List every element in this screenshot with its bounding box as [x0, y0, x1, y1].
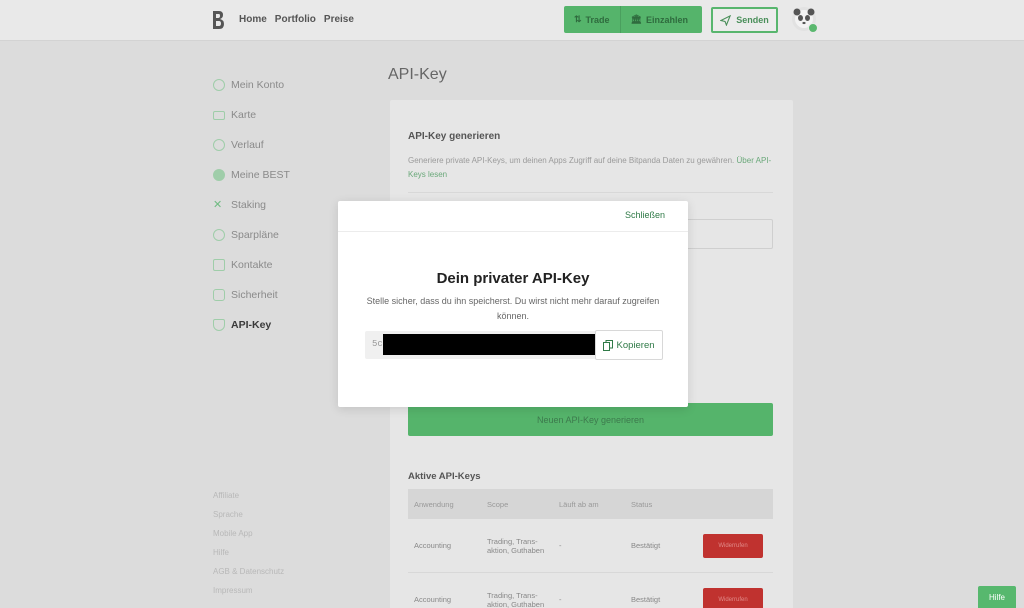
nav-portfolio[interactable]: Portfolio	[275, 14, 316, 25]
lock-icon	[213, 289, 225, 301]
paper-plane-icon	[720, 14, 732, 26]
page-title: API-Key	[388, 66, 447, 83]
nav-preise[interactable]: Preise	[324, 14, 354, 25]
nav-home[interactable]: Home	[239, 14, 267, 25]
divider	[408, 192, 773, 193]
api-key-prefix: 5c	[372, 339, 383, 349]
trade-button[interactable]: ⇅ Trade	[564, 6, 620, 33]
footer-link-impressum[interactable]: Impressum	[213, 581, 284, 600]
contacts-icon	[213, 259, 225, 271]
generate-api-key-button[interactable]: Neuen API-Key generieren	[408, 403, 773, 436]
bank-icon: 🏛	[630, 14, 642, 24]
sidebar-item-karte[interactable]: Karte	[213, 100, 373, 130]
sidebar-item-meine-best[interactable]: Meine BEST	[213, 160, 373, 190]
help-button[interactable]: Hilfe	[978, 586, 1016, 608]
modal-title: Dein privater API-Key	[436, 270, 590, 287]
section-title: API-Key generieren	[408, 131, 501, 142]
modal-subtitle: Stelle sicher, dass du ihn speicherst. D…	[366, 296, 660, 321]
card-icon	[213, 110, 225, 120]
revoke-button[interactable]: Widerrufen	[703, 533, 763, 558]
sidebar-item-verlauf[interactable]: Verlauf	[213, 130, 373, 160]
shield-icon	[213, 319, 225, 331]
best-token-icon	[213, 169, 225, 181]
history-icon	[213, 139, 225, 151]
deposit-button[interactable]: 🏛 Einzahlen	[619, 6, 698, 33]
swap-arrows-icon: ⇅	[574, 14, 582, 24]
account-icon	[213, 79, 225, 91]
top-header: Home Portfolio Preise ⇅ Trade 🏛 Einzahle…	[0, 0, 1024, 41]
section-description: Generiere private API-Keys, um deinen Ap…	[408, 156, 772, 179]
footer-link-agb[interactable]: AGB & Datenschutz	[213, 562, 284, 581]
bitpanda-logo-icon[interactable]	[211, 10, 225, 30]
trade-deposit-group: ⇅ Trade 🏛 Einzahlen	[564, 6, 702, 33]
sidebar-item-mein-konto[interactable]: Mein Konto	[213, 70, 373, 100]
footer-link-sprache[interactable]: Sprache	[213, 505, 284, 524]
close-modal-link[interactable]: Schließen	[625, 210, 665, 220]
verified-badge	[808, 23, 818, 33]
main-nav: Home Portfolio Preise	[239, 14, 354, 25]
footer-link-affiliate[interactable]: Affiliate	[213, 486, 284, 505]
active-keys-title: Aktive API-Keys	[408, 471, 481, 482]
api-key-field[interactable]: 5c	[365, 331, 596, 359]
api-key-redaction	[383, 334, 595, 355]
revoke-button[interactable]: Widerrufen	[703, 587, 763, 608]
footer-link-mobile-app[interactable]: Mobile App	[213, 524, 284, 543]
footer-link-hilfe[interactable]: Hilfe	[213, 543, 284, 562]
copy-icon	[603, 339, 614, 351]
staking-icon: ✕	[213, 199, 223, 211]
send-button[interactable]: Senden	[711, 7, 778, 33]
api-key-modal: Schließen Dein privater API-Key Stelle s…	[338, 201, 688, 407]
savings-plan-icon	[213, 229, 225, 241]
copy-button[interactable]: Kopieren	[595, 330, 663, 360]
table-row: Accounting Trading, Trans- aktion, Gutha…	[408, 573, 773, 608]
avatar[interactable]	[792, 7, 818, 33]
sidebar-footer: Affiliate Sprache Mobile App Hilfe AGB &…	[213, 486, 284, 600]
table-row: Accounting Trading, Trans- aktion, Gutha…	[408, 519, 773, 573]
table-header: Anwendung Scope Läuft ab am Status	[408, 489, 773, 519]
active-keys-table: Anwendung Scope Läuft ab am Status Accou…	[408, 489, 773, 608]
